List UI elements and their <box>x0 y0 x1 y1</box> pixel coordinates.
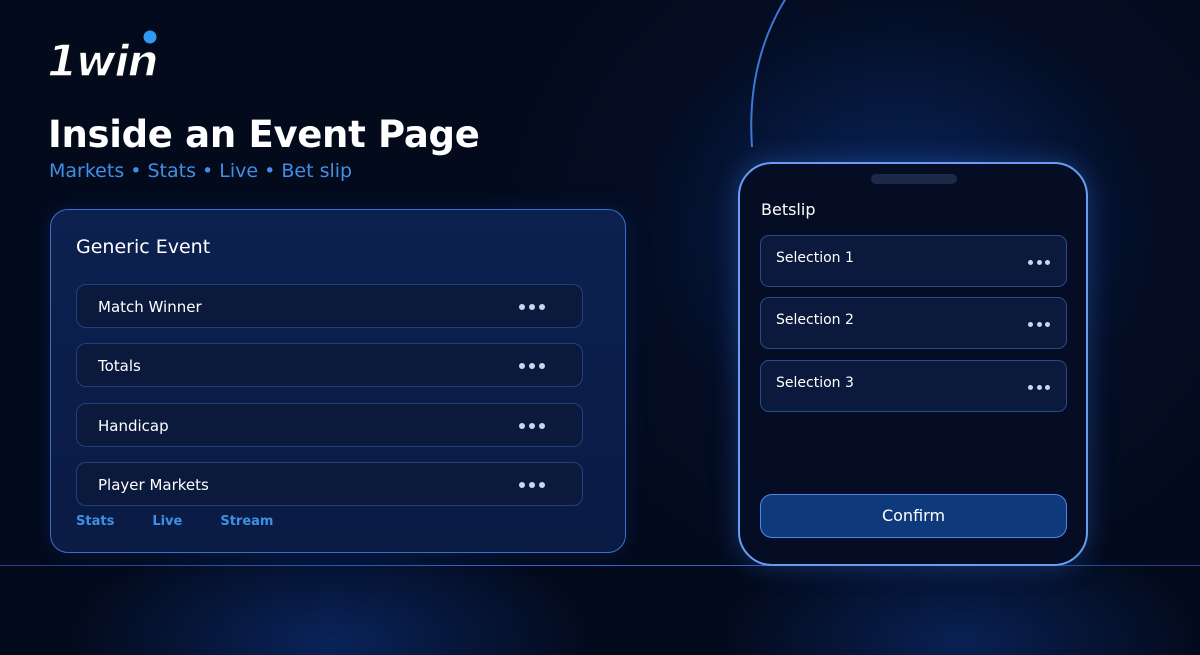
selection-label: Selection 2 <box>776 312 854 328</box>
market-label: Totals <box>98 357 141 375</box>
selection-row-1[interactable]: Selection 1 <box>760 235 1067 287</box>
selection-row-2[interactable]: Selection 2 <box>760 297 1067 349</box>
phone-notch <box>871 174 957 184</box>
event-card: Generic Event Match Winner Totals Handic… <box>50 209 626 553</box>
market-row-player-markets[interactable]: Player Markets <box>76 462 583 506</box>
more-dots-icon[interactable] <box>519 304 545 310</box>
link-stream[interactable]: Stream <box>220 514 273 529</box>
more-dots-icon[interactable] <box>1028 385 1050 390</box>
market-row-handicap[interactable]: Handicap <box>76 403 583 447</box>
more-dots-icon[interactable] <box>519 363 545 369</box>
link-stats[interactable]: Stats <box>76 514 114 529</box>
page-subtitle: Markets • Stats • Live • Bet slip <box>49 160 353 182</box>
link-live[interactable]: Live <box>152 514 182 529</box>
phone-mockup: Betslip Selection 1 Selection 2 Selectio… <box>738 162 1088 566</box>
more-dots-icon[interactable] <box>519 482 545 488</box>
more-dots-icon[interactable] <box>519 423 545 429</box>
selection-row-3[interactable]: Selection 3 <box>760 360 1067 412</box>
market-label: Player Markets <box>98 476 209 494</box>
confirm-button[interactable]: Confirm <box>760 494 1067 538</box>
market-row-totals[interactable]: Totals <box>76 343 583 387</box>
event-links: Stats Live Stream <box>76 514 273 529</box>
betslip-title: Betslip <box>761 200 816 219</box>
market-label: Match Winner <box>98 298 202 316</box>
more-dots-icon[interactable] <box>1028 322 1050 327</box>
market-label: Handicap <box>98 417 169 435</box>
brand-logo[interactable]: 1win <box>44 28 178 84</box>
selection-label: Selection 3 <box>776 375 854 391</box>
more-dots-icon[interactable] <box>1028 260 1050 265</box>
event-title: Generic Event <box>76 236 211 258</box>
market-row-match-winner[interactable]: Match Winner <box>76 284 583 328</box>
svg-text:1win: 1win <box>47 36 157 84</box>
page-title: Inside an Event Page <box>48 113 480 156</box>
selection-label: Selection 1 <box>776 250 854 266</box>
